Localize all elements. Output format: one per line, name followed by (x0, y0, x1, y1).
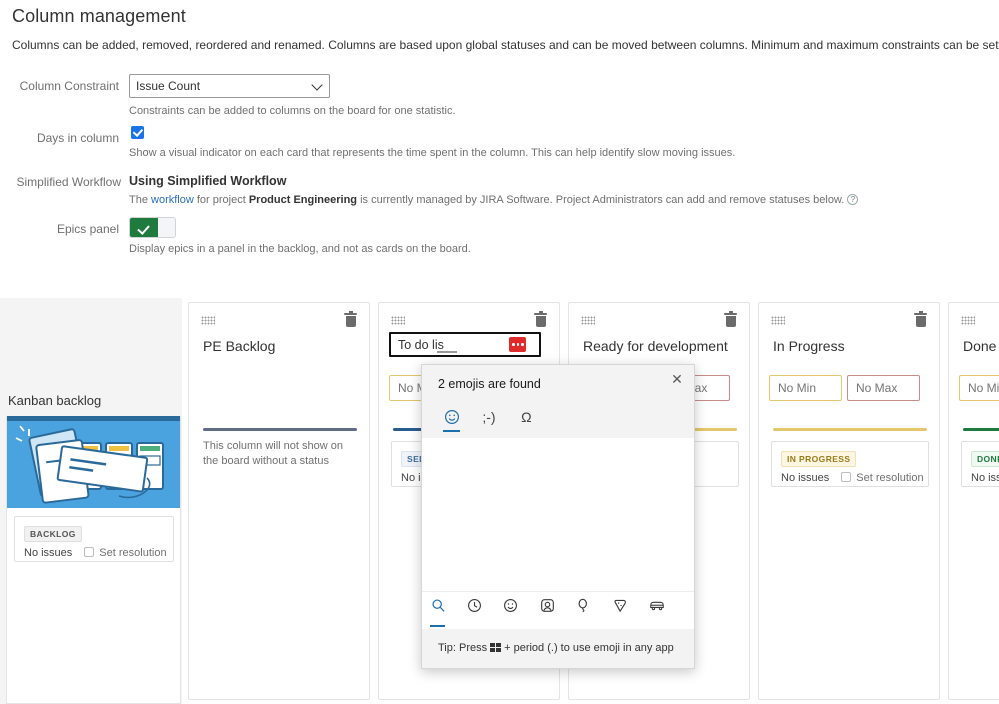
set-resolution-label: Set resolution (856, 472, 924, 484)
text-caret (539, 336, 540, 353)
sw-desc-mid: for project (193, 194, 249, 206)
column-constraint-select[interactable]: Issue Count (129, 74, 330, 98)
simplified-workflow-description: The workflow for project Product Enginee… (129, 194, 859, 206)
column-title[interactable]: Done (963, 338, 996, 354)
drag-handle-icon[interactable] (581, 316, 595, 325)
smileys-category-icon[interactable] (495, 592, 527, 628)
celebration-category-icon[interactable] (568, 592, 600, 628)
kanban-backlog-title: Kanban backlog (8, 393, 102, 408)
drag-handle-icon[interactable] (961, 316, 975, 325)
column-divider (203, 428, 357, 431)
status-meta: No issues Set resolution (24, 547, 167, 559)
column-constraint-select-wrap[interactable]: Issue Count (129, 74, 330, 98)
column-status-box: DONE No iss (961, 441, 999, 487)
delete-column-icon[interactable] (344, 311, 357, 327)
sw-desc-post: is currently managed by JIRA Software. P… (357, 194, 845, 206)
backlog-status-box: BACKLOG No issues Set resolution (14, 516, 174, 562)
people-category-icon[interactable] (531, 592, 563, 628)
emoji-category-bar (422, 591, 694, 648)
sw-desc-pre: The (129, 194, 152, 206)
workflow-link[interactable]: workflow (151, 194, 194, 206)
delete-column-icon[interactable] (534, 311, 547, 327)
help-question-icon[interactable]: ? (847, 194, 859, 205)
symbols-tab[interactable]: Ω (510, 405, 543, 432)
delete-column-icon[interactable] (914, 311, 927, 327)
board-column-pe-backlog[interactable]: PE Backlog This column will not show on … (188, 302, 370, 700)
recent-category-icon[interactable] (458, 592, 490, 628)
column-divider (773, 428, 927, 431)
status-meta: No iss (971, 472, 999, 484)
status-badge: DONE (971, 451, 999, 467)
epics-panel-label: Epics panel (56, 222, 119, 236)
windows-key-icon (490, 643, 502, 652)
days-in-column-help: Show a visual indicator on each card tha… (129, 147, 736, 159)
column-constraint-help: Constraints can be added to columns on t… (129, 105, 456, 117)
issue-count: No issues (24, 547, 73, 559)
page-title: Column management (12, 6, 186, 26)
days-in-column-checkbox[interactable] (131, 126, 144, 139)
emoji-tab[interactable] (435, 405, 468, 432)
column-title[interactable]: Ready for development (583, 338, 728, 354)
column-title[interactable]: PE Backlog (203, 338, 275, 354)
emoji-search-result-count: 2 emojis are found (438, 377, 541, 391)
kaomoji-tab[interactable]: ;-) (472, 405, 505, 432)
set-resolution-checkbox[interactable] (84, 547, 95, 557)
emoji-picker-tip: Tip: Press + period (.) to use emoji in a… (422, 629, 694, 668)
toggle-on-check-icon (130, 218, 160, 237)
drag-handle-icon[interactable] (391, 316, 405, 325)
set-resolution-checkbox[interactable] (841, 472, 852, 482)
vehicle-category-icon[interactable] (641, 592, 673, 628)
status-badge: BACKLOG (24, 526, 82, 542)
set-resolution-label: Set resolution (99, 547, 167, 559)
sw-project-name: Product Engineering (248, 194, 358, 206)
days-in-column-label: Days in column (36, 131, 119, 145)
delete-column-icon[interactable] (724, 311, 737, 327)
column-status-box: IN PROGRESS No issues Set resolution (771, 441, 929, 487)
emoji-suggestion-button[interactable] (509, 337, 526, 352)
food-category-icon[interactable] (604, 592, 636, 628)
issue-count: No issues (781, 472, 830, 484)
column-constraint-label: Column Constraint (19, 79, 119, 93)
status-meta: No issues Set resolution (781, 472, 924, 484)
kanban-backlog-illustration-icon (7, 416, 180, 508)
search-category-icon[interactable] (422, 592, 454, 628)
kanban-backlog-card: BACKLOG No issues Set resolution (6, 416, 181, 704)
epics-panel-toggle[interactable] (129, 217, 176, 238)
min-constraint-input[interactable] (769, 375, 842, 401)
column-management-settings: Column management Columns can be added, … (0, 0, 999, 298)
close-icon[interactable]: ✕ (668, 370, 686, 388)
board-column-in-progress[interactable]: In Progress IN PROGRESS No issues Set res… (758, 302, 940, 700)
column-title[interactable]: In Progress (773, 338, 845, 354)
simplified-workflow-label: Simplified Workflow (16, 175, 121, 189)
max-constraint-input[interactable] (847, 375, 920, 401)
kanban-backlog-panel: Kanban backlog BACKLOG No issues Set res… (0, 298, 182, 704)
column-divider (963, 428, 999, 431)
column-empty-note: This column will not show on the board w… (203, 440, 344, 467)
drag-handle-icon[interactable] (201, 316, 215, 325)
toggle-knob (158, 218, 175, 237)
simplified-workflow-heading: Using Simplified Workflow (129, 174, 287, 188)
issue-count: No iss (971, 472, 999, 484)
page-description: Columns can be added, removed, reordered… (12, 38, 999, 52)
windows-emoji-picker[interactable]: 2 emojis are found ✕ ;-) Ω 📄 👂 (421, 364, 695, 669)
min-constraint-input[interactable] (959, 375, 999, 401)
drag-handle-icon[interactable] (771, 316, 785, 325)
status-badge: IN PROGRESS (781, 451, 857, 467)
board-column-done[interactable]: Done DONE No iss (948, 302, 999, 700)
epics-panel-help: Display epics in a panel in the backlog,… (129, 243, 471, 255)
tip-pre-text: Tip: Press (438, 642, 488, 654)
tip-post-text: + period (.) to use emoji in any app (504, 642, 674, 654)
emoji-picker-tabs: ;-) Ω (435, 405, 543, 433)
